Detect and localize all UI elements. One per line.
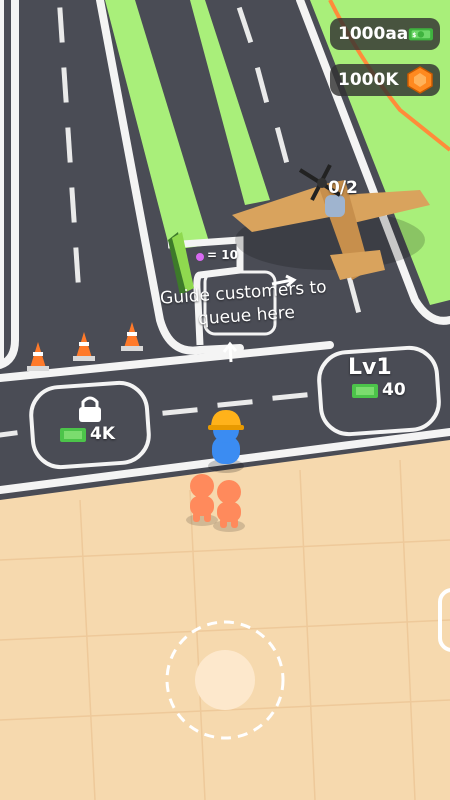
- cash-bill-icon: [352, 384, 378, 398]
- svg-text:$: $: [413, 33, 417, 39]
- upgrade-zone-level: Lv1: [348, 355, 392, 380]
- cash-bill-icon: $: [408, 28, 434, 41]
- gem-icon: [196, 253, 204, 261]
- cash-counter: 1000aa $: [330, 18, 440, 50]
- upgrade-zone-price: 40: [382, 380, 406, 400]
- cash-value: 1000aa: [338, 24, 409, 44]
- joystick-knob[interactable]: [195, 650, 255, 710]
- locked-zone-price: 4K: [90, 424, 116, 444]
- gems-value: 1000K: [338, 70, 399, 90]
- plane-passenger-count: 0/2: [328, 178, 358, 198]
- queue-gem-rate: = 10: [207, 248, 238, 262]
- hexagon-gem-icon: [407, 66, 433, 94]
- gem-counter: 1000K: [330, 64, 440, 96]
- cash-bill-icon: [60, 428, 86, 442]
